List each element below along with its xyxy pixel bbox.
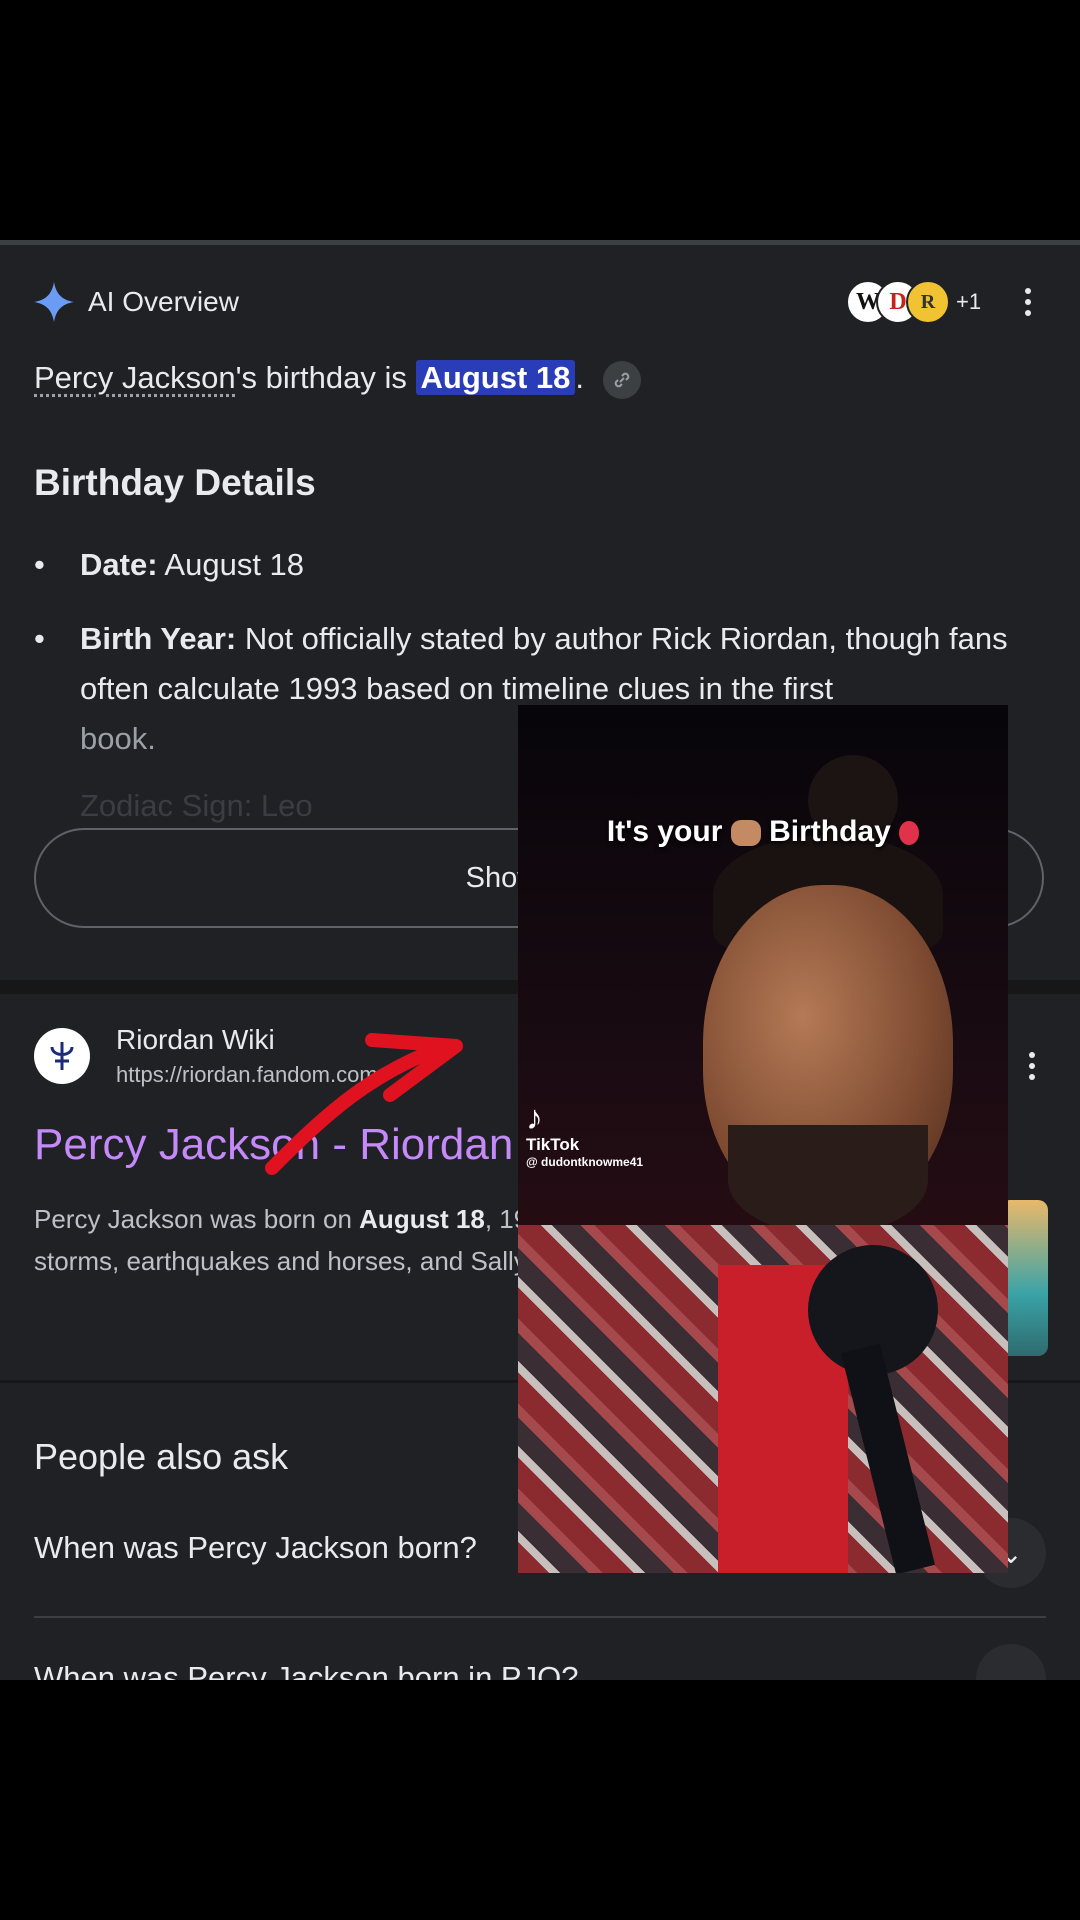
red-arrow-annotation bbox=[265, 1033, 463, 1175]
